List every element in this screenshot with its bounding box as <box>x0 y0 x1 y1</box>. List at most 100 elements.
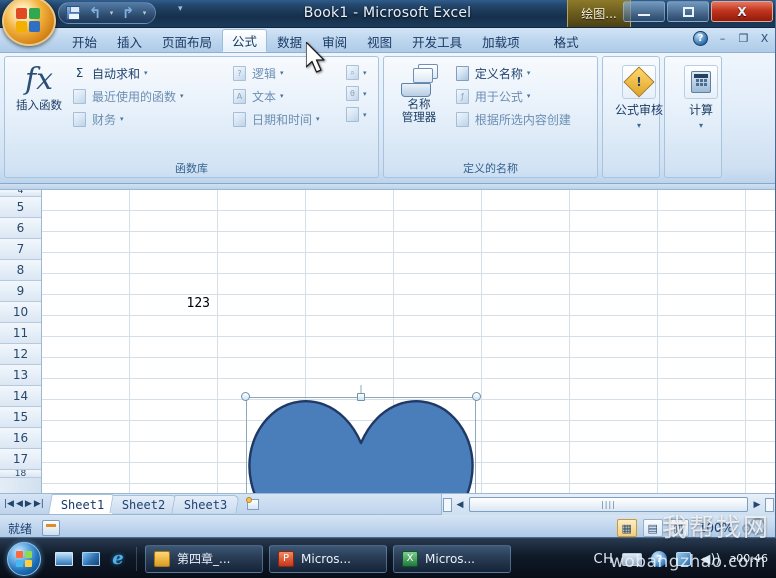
handle-top-left[interactable] <box>241 392 250 401</box>
zoom-slider[interactable]: – <box>742 518 771 537</box>
tab-page-layout[interactable]: 页面布局 <box>152 31 222 52</box>
name-manager-button[interactable]: 名称 管理器 <box>389 60 449 124</box>
heart-shape[interactable] <box>241 385 481 493</box>
tab-developer[interactable]: 开发工具 <box>402 31 472 52</box>
more-functions-dropdown-icon[interactable]: ▾ <box>363 111 367 119</box>
tab-format[interactable]: 格式 <box>544 31 589 52</box>
tab-view[interactable]: 视图 <box>357 31 402 52</box>
text-dropdown-icon[interactable]: ▾ <box>280 92 284 100</box>
formula-auditing-button[interactable]: 公式审核 ▾ <box>608 60 670 177</box>
undo-dropdown-icon[interactable]: ▾ <box>107 9 116 17</box>
record-macro-icon[interactable] <box>42 520 61 536</box>
formula-auditing-dropdown-icon[interactable]: ▾ <box>637 121 641 130</box>
start-button[interactable] <box>2 541 46 577</box>
taskbar-item-powerpoint[interactable]: P Micros... <box>269 544 387 573</box>
row-header-7[interactable]: 7 <box>0 239 41 260</box>
system-clock[interactable]: a00:46 <box>730 553 768 565</box>
insert-worksheet-icon[interactable] <box>244 496 262 512</box>
insert-function-button[interactable]: fx 插入函数 <box>10 60 68 112</box>
restore-workbook-icon[interactable]: ❐ <box>737 32 750 45</box>
row-header-18[interactable]: 18 <box>0 470 41 478</box>
normal-view-button[interactable]: ▦ <box>616 519 637 537</box>
sheet-tab-sheet1[interactable]: Sheet1 <box>48 494 117 514</box>
financial-dropdown-icon[interactable]: ▾ <box>120 115 124 123</box>
minimize-ribbon-icon[interactable]: – <box>716 32 729 45</box>
row-header-13[interactable]: 13 <box>0 365 41 386</box>
cell-B9-value[interactable]: 123 <box>142 296 210 311</box>
keyboard-icon[interactable] <box>622 552 643 566</box>
text-button[interactable]: A 文本 ▾ <box>228 85 340 107</box>
logical-dropdown-icon[interactable]: ▾ <box>280 69 284 77</box>
row-header-12[interactable]: 12 <box>0 344 41 365</box>
tab-insert[interactable]: 插入 <box>107 31 152 52</box>
next-sheet-icon[interactable]: ▶ <box>25 499 32 509</box>
internet-explorer-icon[interactable]: e <box>108 548 128 569</box>
date-time-dropdown-icon[interactable]: ▾ <box>316 115 320 123</box>
redo-button[interactable]: ↱ <box>118 4 138 22</box>
scroll-split-right[interactable] <box>765 497 774 512</box>
close-workbook-icon[interactable]: X <box>758 32 771 45</box>
scroll-left-icon[interactable]: ◀ <box>453 500 467 510</box>
recently-used-dropdown-icon[interactable]: ▾ <box>180 92 184 100</box>
tab-data[interactable]: 数据 <box>267 31 312 52</box>
close-button[interactable]: X <box>711 1 773 22</box>
switch-windows-icon[interactable] <box>81 550 101 568</box>
define-name-button[interactable]: 定义名称 ▾ <box>451 62 592 84</box>
calculation-dropdown-icon[interactable]: ▾ <box>699 121 703 130</box>
first-sheet-icon[interactable]: |◀ <box>4 499 14 509</box>
network-icon[interactable] <box>676 552 692 566</box>
define-name-dropdown-icon[interactable]: ▾ <box>527 69 531 77</box>
handle-top-center[interactable] <box>357 393 365 401</box>
scroll-split-left[interactable] <box>443 497 452 512</box>
scroll-thumb[interactable]: |||| <box>469 497 748 512</box>
row-header-6[interactable]: 6 <box>0 218 41 239</box>
more-functions-button[interactable]: ▾ <box>344 106 367 123</box>
row-header-10[interactable]: 10 <box>0 302 41 323</box>
last-sheet-icon[interactable]: ▶| <box>34 499 44 509</box>
prev-sheet-icon[interactable]: ◀ <box>16 499 23 509</box>
sheet-tab-sheet2[interactable]: Sheet2 <box>109 495 179 513</box>
row-header-16[interactable]: 16 <box>0 428 41 449</box>
create-from-selection-button[interactable]: 根据所选内容创建 <box>451 108 592 130</box>
restore-button[interactable] <box>667 1 709 22</box>
minimize-button[interactable] <box>623 1 665 22</box>
scroll-right-icon[interactable]: ▶ <box>750 500 764 510</box>
math-dropdown-icon[interactable]: ▾ <box>363 90 367 98</box>
volume-icon[interactable]: ◀)) <box>700 552 720 567</box>
use-in-formula-button[interactable]: ƒ 用于公式 ▾ <box>451 85 592 107</box>
taskbar-item-folder[interactable]: 第四章_... <box>145 544 263 573</box>
lookup-reference-button[interactable]: ⌕ ▾ <box>344 64 367 81</box>
calculation-button[interactable]: 计算 ▾ <box>670 60 732 177</box>
page-break-view-button[interactable]: ▥ <box>668 519 689 537</box>
tray-help-icon[interactable]: ? <box>651 551 668 567</box>
row-header-9[interactable]: 9 <box>0 281 41 302</box>
row-header-15[interactable]: 15 <box>0 407 41 428</box>
date-time-button[interactable]: 日期和时间 ▾ <box>228 108 340 130</box>
logical-button[interactable]: ? 逻辑 ▾ <box>228 62 340 84</box>
worksheet-grid[interactable]: 4 5 6 7 8 9 10 11 12 13 14 15 16 17 18 1… <box>0 190 775 494</box>
handle-top-right[interactable] <box>472 392 481 401</box>
row-header-14[interactable]: 14 <box>0 386 41 407</box>
tab-home[interactable]: 开始 <box>62 31 107 52</box>
show-desktop-icon[interactable] <box>54 550 74 568</box>
tab-formulas[interactable]: 公式 <box>222 29 268 52</box>
tab-review[interactable]: 审阅 <box>312 31 357 52</box>
ime-language-indicator[interactable]: CH <box>594 552 614 567</box>
row-header-8[interactable]: 8 <box>0 260 41 281</box>
financial-button[interactable]: 财务 ▾ <box>68 108 228 130</box>
recently-used-button[interactable]: 最近使用的函数 ▾ <box>68 85 228 107</box>
save-button[interactable] <box>63 4 83 22</box>
row-header-11[interactable]: 11 <box>0 323 41 344</box>
autosum-button[interactable]: Σ 自动求和 ▾ <box>68 62 228 84</box>
tab-addins[interactable]: 加载项 <box>472 31 530 52</box>
lookup-dropdown-icon[interactable]: ▾ <box>363 69 367 77</box>
row-header-17[interactable]: 17 <box>0 449 41 470</box>
zoom-level-label[interactable]: 100% <box>699 521 733 535</box>
taskbar-item-excel[interactable]: X Micros... <box>393 544 511 573</box>
row-header-5[interactable]: 5 <box>0 197 41 218</box>
math-trig-button[interactable]: θ ▾ <box>344 85 367 102</box>
redo-dropdown-icon[interactable]: ▾ <box>140 9 149 17</box>
customize-qat-icon[interactable]: ▾ <box>178 4 183 14</box>
page-layout-view-button[interactable]: ▤ <box>642 519 663 537</box>
undo-button[interactable]: ↰ <box>85 4 105 22</box>
